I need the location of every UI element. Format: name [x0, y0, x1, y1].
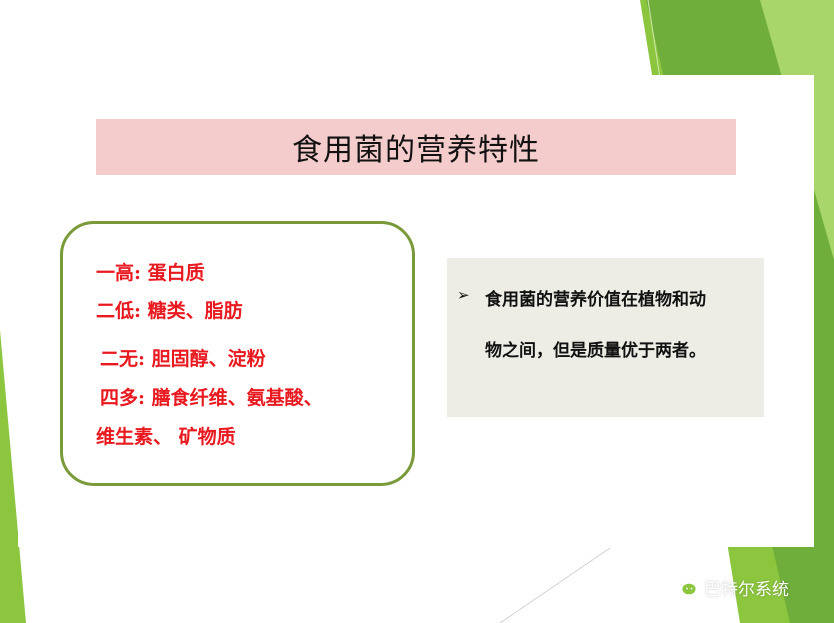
slide-title: 食用菌的营养特性 — [292, 133, 540, 168]
watermark-text: 巴特尔系统 — [704, 579, 789, 600]
nutrition-point: 二低: 糖类、脂肪 — [96, 300, 243, 322]
watermark: 巴特尔系统 — [672, 574, 789, 600]
note-line: 物之间，但是质量优于两者。 — [485, 341, 706, 361]
nutrition-point: 一高: 蛋白质 — [96, 262, 205, 284]
nutrition-point: 二无: 胆固醇、淀粉 — [100, 348, 266, 370]
note-line: 食用菌的营养价值在植物和动 — [485, 290, 706, 310]
nutrition-point: 维生素、 矿物质 — [96, 426, 236, 448]
title-bar: 食用菌的营养特性 — [96, 119, 736, 175]
note-box: ➢ 食用菌的营养价值在植物和动 物之间，但是质量优于两者。 — [447, 258, 764, 417]
deco-line — [499, 547, 611, 623]
arrow-bullet-icon: ➢ — [457, 286, 470, 304]
wechat-icon — [672, 576, 698, 597]
nutrition-point: 四多: 膳食纤维、氨基酸、 — [100, 387, 323, 409]
